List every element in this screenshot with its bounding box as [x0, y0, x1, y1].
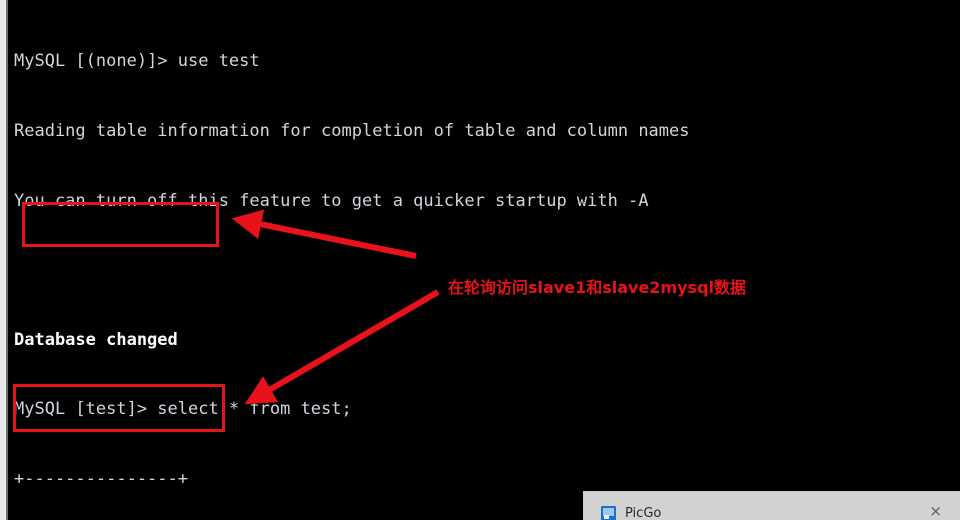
terminal-line: MySQL [(none)]> use test — [14, 51, 260, 72]
picgo-notification[interactable]: PicGo × — [583, 491, 960, 520]
annotation-text: 在轮询访问slave1和slave2mysql数据 — [448, 278, 747, 297]
screenshot-root: MySQL [(none)]> use test Reading table i… — [0, 0, 960, 520]
terminal-line: Reading table information for completion… — [14, 121, 690, 141]
picgo-app-icon — [601, 506, 616, 520]
terminal-output[interactable]: MySQL [(none)]> use test Reading table i… — [14, 4, 960, 520]
terminal-line: MySQL [test]> select * from test; — [14, 399, 352, 420]
close-icon[interactable]: × — [929, 504, 942, 519]
terminal-line: +---------------+ — [14, 468, 188, 489]
picgo-title: PicGo — [625, 506, 662, 520]
window-left-border — [6, 0, 8, 520]
picgo-notification-row: PicGo — [601, 506, 661, 520]
terminal-line: You can turn off this feature to get a q… — [14, 190, 649, 211]
terminal-line: Database changed — [14, 329, 178, 350]
